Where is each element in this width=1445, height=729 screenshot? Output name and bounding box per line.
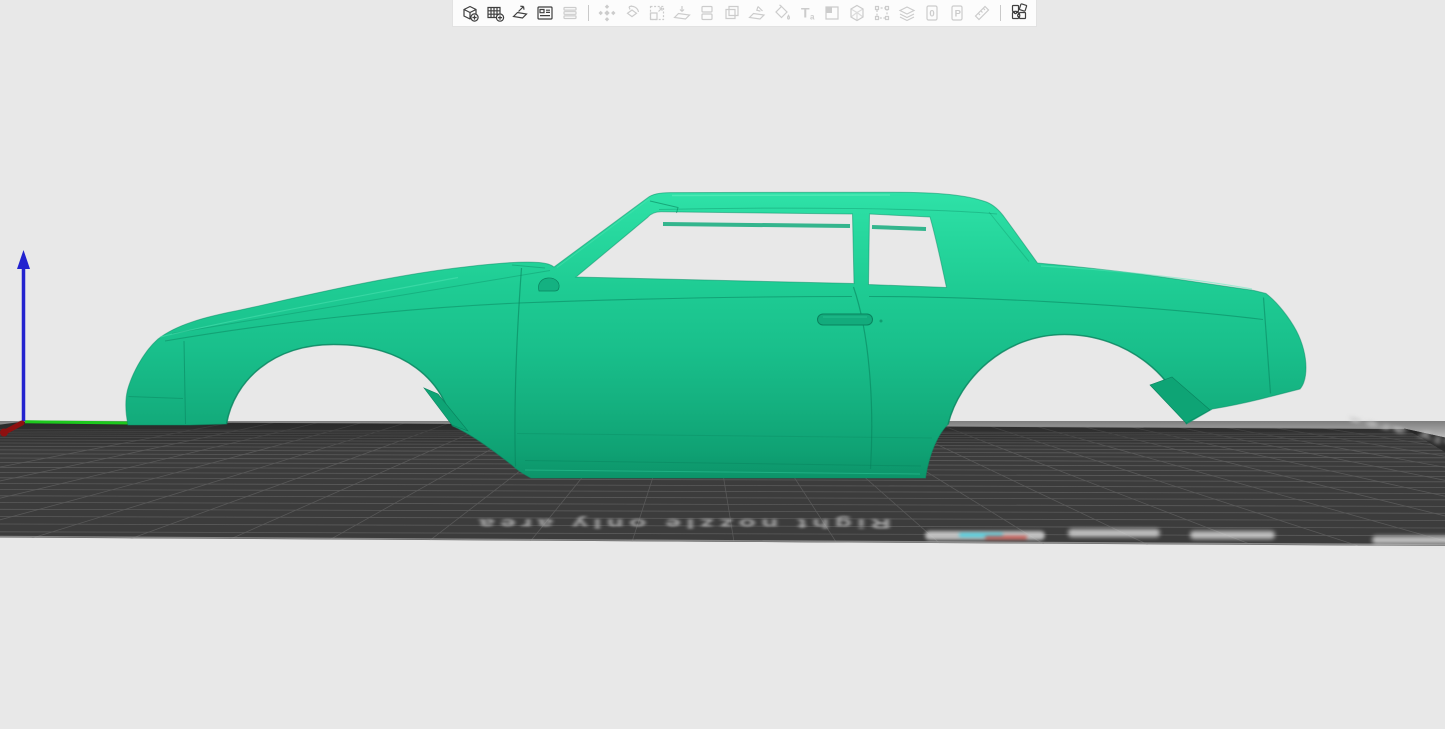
- far-side-rail: [872, 227, 926, 229]
- axes-indicator: [0, 250, 131, 437]
- z-axis-icon: [17, 250, 30, 421]
- y-axis-icon: [25, 422, 131, 423]
- viewport-3d[interactable]: Right nozzle only area Left nozzle only …: [0, 27, 1445, 729]
- far-side-rail: [663, 224, 850, 226]
- scene-canvas: [0, 0, 1445, 729]
- application-window: T a: [0, 0, 1445, 729]
